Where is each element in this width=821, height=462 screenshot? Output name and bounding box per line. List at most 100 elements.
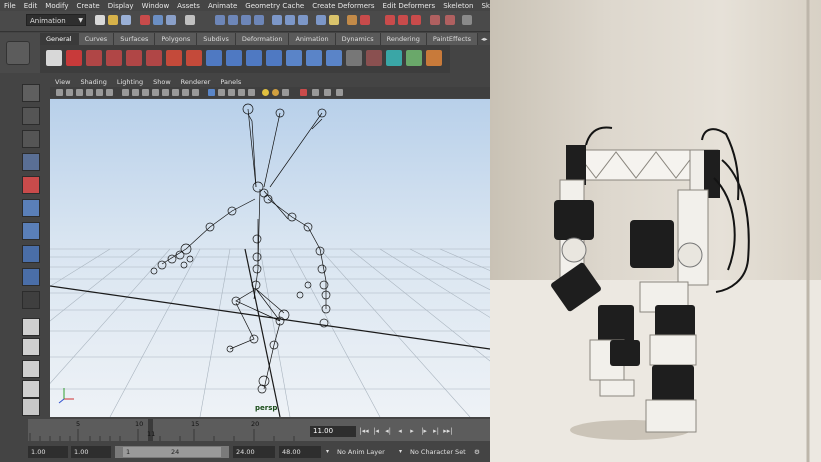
menu-geometry-cache[interactable]: Geometry Cache bbox=[241, 2, 308, 10]
attribute-editor-icon[interactable] bbox=[411, 15, 421, 25]
character-set-field[interactable]: No Character Set bbox=[410, 446, 478, 458]
camera-icon[interactable] bbox=[386, 50, 402, 66]
outliner-layout-icon[interactable] bbox=[22, 360, 40, 378]
poly-cube-icon[interactable] bbox=[226, 50, 242, 66]
last-tool-icon[interactable] bbox=[22, 291, 40, 309]
nurbs-cylinder-icon[interactable] bbox=[126, 50, 142, 66]
menu-file[interactable]: File bbox=[0, 2, 20, 10]
rotate-tool-icon[interactable] bbox=[22, 176, 40, 194]
subdiv-icon[interactable] bbox=[346, 50, 362, 66]
paint-select-tool-icon[interactable] bbox=[22, 130, 40, 148]
anim-layer-field[interactable]: No Anim Layer bbox=[337, 446, 401, 458]
step-forward-frame-icon[interactable]: |▸ bbox=[418, 425, 430, 437]
high-quality-icon[interactable] bbox=[262, 89, 269, 96]
brush-icon[interactable] bbox=[426, 50, 442, 66]
tab-general[interactable]: General bbox=[40, 33, 79, 45]
resolution-gate-icon[interactable] bbox=[122, 89, 129, 96]
animation-start-field[interactable]: 1.00 bbox=[28, 446, 68, 458]
film-gate-icon[interactable] bbox=[106, 89, 113, 96]
menu-display[interactable]: Display bbox=[104, 2, 138, 10]
menu-skeleton[interactable]: Skeleton bbox=[439, 2, 477, 10]
nurbs-cube-icon[interactable] bbox=[106, 50, 122, 66]
scale-tool-icon[interactable] bbox=[22, 199, 40, 217]
snap-point-icon[interactable] bbox=[241, 15, 251, 25]
render-settings-icon[interactable] bbox=[385, 15, 395, 25]
current-time-field[interactable]: 11.00 bbox=[310, 426, 356, 437]
range-slider-handle[interactable]: 1 24 bbox=[123, 447, 221, 457]
perspective-viewport[interactable]: persp bbox=[50, 99, 490, 417]
tab-subdivs[interactable]: Subdivs bbox=[197, 33, 236, 45]
all-lights-icon[interactable] bbox=[218, 89, 225, 96]
bookmarks-icon[interactable] bbox=[76, 89, 83, 96]
isolate-select-icon[interactable] bbox=[300, 89, 307, 96]
menu-create[interactable]: Create bbox=[72, 2, 103, 10]
tab-curves[interactable]: Curves bbox=[78, 33, 115, 45]
skeleton-rig[interactable] bbox=[150, 103, 331, 394]
manipulator-tool-icon[interactable] bbox=[22, 222, 40, 240]
textured-icon[interactable] bbox=[192, 89, 199, 96]
character-set-dropdown-icon[interactable]: ▾ bbox=[399, 446, 409, 458]
grid-toggle-icon[interactable] bbox=[96, 89, 103, 96]
goto-start-icon[interactable]: |◂◂ bbox=[358, 425, 370, 437]
help-icon[interactable] bbox=[329, 15, 339, 25]
menu-skin[interactable]: Skin bbox=[477, 2, 490, 10]
render-frame-icon[interactable] bbox=[347, 15, 357, 25]
snap-grid-icon[interactable] bbox=[215, 15, 225, 25]
panel-menu-lighting[interactable]: Lighting bbox=[112, 78, 148, 86]
tab-deformation[interactable]: Deformation bbox=[235, 33, 290, 45]
play-forward-icon[interactable]: ▸ bbox=[406, 425, 418, 437]
menu-edit[interactable]: Edit bbox=[20, 2, 42, 10]
panel-menu-shading[interactable]: Shading bbox=[75, 78, 111, 86]
history-output-icon[interactable] bbox=[285, 15, 295, 25]
light-icon[interactable] bbox=[366, 50, 382, 66]
panel-extra-icon[interactable] bbox=[336, 89, 343, 96]
nurbs-sphere-icon[interactable] bbox=[86, 50, 102, 66]
default-lighting-icon[interactable] bbox=[208, 89, 215, 96]
select-camera-icon[interactable] bbox=[56, 89, 63, 96]
save-scene-icon[interactable] bbox=[121, 15, 131, 25]
single-perspective-layout-icon[interactable] bbox=[22, 318, 40, 336]
construction-history-icon[interactable] bbox=[298, 15, 308, 25]
poly-cylinder-icon[interactable] bbox=[246, 50, 262, 66]
panel-menu-renderer[interactable]: Renderer bbox=[176, 78, 216, 86]
channel-box-icon[interactable] bbox=[445, 15, 455, 25]
menu-modify[interactable]: Modify bbox=[41, 2, 72, 10]
menu-window[interactable]: Window bbox=[138, 2, 174, 10]
new-scene-icon[interactable] bbox=[95, 15, 105, 25]
select-object-icon[interactable] bbox=[153, 15, 163, 25]
range-slider[interactable]: 1 24 bbox=[115, 446, 229, 458]
hypergraph-layout-icon[interactable] bbox=[22, 398, 40, 416]
snap-view-plane-icon[interactable] bbox=[254, 15, 264, 25]
select-hierarchy-icon[interactable] bbox=[140, 15, 150, 25]
hypershade-icon[interactable] bbox=[398, 15, 408, 25]
snap-curve-icon[interactable] bbox=[228, 15, 238, 25]
menu-create-deformers[interactable]: Create Deformers bbox=[308, 2, 378, 10]
show-manipulator-icon[interactable] bbox=[22, 268, 40, 286]
menu-animate[interactable]: Animate bbox=[204, 2, 241, 10]
tab-surfaces[interactable]: Surfaces bbox=[114, 33, 156, 45]
select-component-icon[interactable] bbox=[166, 15, 176, 25]
render-view-icon[interactable] bbox=[316, 15, 326, 25]
step-forward-key-icon[interactable]: ▸| bbox=[430, 425, 442, 437]
animation-end-field[interactable]: 48.00 bbox=[279, 446, 321, 458]
graph-layout-icon[interactable] bbox=[22, 380, 40, 398]
safe-title-icon[interactable] bbox=[162, 89, 169, 96]
menu-set-selector[interactable]: Animation ▼ bbox=[26, 14, 86, 26]
goto-end-icon[interactable]: ▸▸| bbox=[442, 425, 454, 437]
panel-toggle-icon[interactable] bbox=[324, 89, 331, 96]
nurbs-cone-icon[interactable] bbox=[146, 50, 162, 66]
nurbs-torus-icon[interactable] bbox=[186, 50, 202, 66]
play-backward-icon[interactable]: ◂ bbox=[394, 425, 406, 437]
xray-joints-icon[interactable] bbox=[248, 89, 255, 96]
panel-menu-view[interactable]: View bbox=[50, 78, 75, 86]
menu-assets[interactable]: Assets bbox=[173, 2, 204, 10]
panel-layout-icon[interactable] bbox=[312, 89, 319, 96]
ipr-render-icon[interactable] bbox=[360, 15, 370, 25]
playback-end-field[interactable]: 24.00 bbox=[233, 446, 275, 458]
poly-torus-icon[interactable] bbox=[306, 50, 322, 66]
camera-attributes-icon[interactable] bbox=[66, 89, 73, 96]
tab-animation[interactable]: Animation bbox=[289, 33, 336, 45]
shelf-menu-icon[interactable] bbox=[6, 41, 30, 65]
select-tool-icon[interactable] bbox=[22, 84, 40, 102]
tab-rendering[interactable]: Rendering bbox=[380, 33, 427, 45]
